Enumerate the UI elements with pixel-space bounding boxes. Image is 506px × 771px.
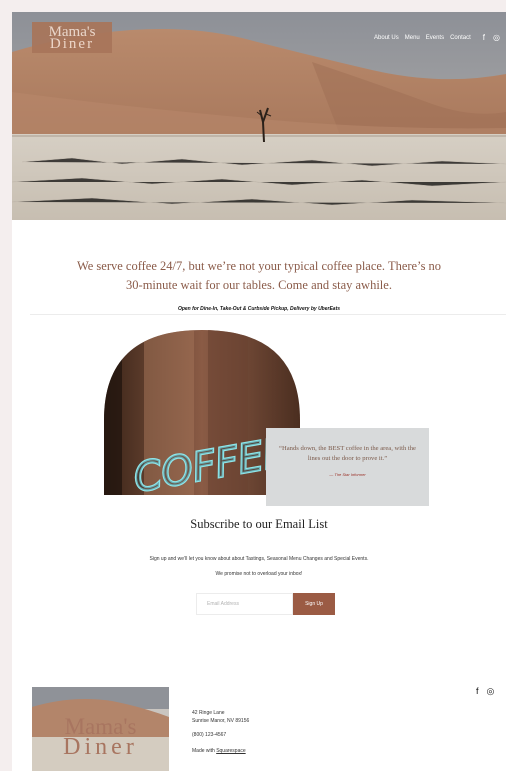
nav-events[interactable]: Events	[426, 35, 444, 41]
facebook-icon[interactable]: f	[483, 33, 485, 42]
address-line-2: Sunrise Manor, NV 89156	[192, 718, 250, 724]
brand-logo-line2: Diner	[49, 36, 95, 52]
sign-up-button[interactable]: Sign Up	[293, 593, 335, 615]
header-social-links: f ◎	[483, 33, 500, 42]
feature-section: COFFEE COFFEE “Hands down, the BEST coff…	[12, 327, 506, 506]
testimonial-card: “Hands down, the BEST coffee in the area…	[266, 428, 429, 506]
testimonial-source: — The Star Informer	[329, 472, 366, 477]
phone-number: (800) 123-4567	[192, 732, 227, 738]
brand-logo[interactable]: Mama's Diner	[32, 22, 112, 53]
facebook-icon[interactable]: f	[476, 686, 479, 697]
footer-social-links: f ◎	[476, 686, 494, 697]
page: Mama's Diner About Us Menu Events Contac…	[0, 0, 506, 771]
instagram-icon[interactable]: ◎	[493, 33, 500, 42]
address-line-1: 42 Ringe Lane	[192, 710, 225, 716]
testimonial-quote: “Hands down, the BEST coffee in the area…	[279, 445, 416, 462]
nav-menu[interactable]: Menu	[405, 35, 420, 41]
subscribe-title: Subscribe to our Email List	[190, 517, 328, 531]
nav-contact[interactable]: Contact	[450, 35, 471, 41]
footer-logo-line2: Diner	[63, 734, 138, 760]
intro-lead: We serve coffee 24/7, but we’re not your…	[76, 259, 442, 292]
instagram-icon[interactable]: ◎	[487, 686, 495, 697]
site-sheet: Mama's Diner About Us Menu Events Contac…	[12, 12, 506, 771]
section-divider	[30, 314, 506, 315]
squarespace-link[interactable]: Squarespace	[216, 748, 245, 754]
subscribe-form: Sign Up	[196, 593, 335, 615]
made-with-credit: Made with Squarespace	[192, 747, 249, 755]
intro-section: We serve coffee 24/7, but we’re not your…	[12, 257, 506, 312]
made-with-prefix: Made with	[192, 748, 217, 754]
footer-contact-info: 42 Ringe Lane Sunrise Manor, NV 89156 (8…	[192, 709, 249, 755]
service-note: Open for Dine-In, Take-Out & Curbside Pi…	[177, 306, 341, 312]
main-nav: About Us Menu Events Contact f ◎	[374, 33, 500, 42]
subscribe-promise: We promise not to overload your inbox!	[215, 571, 303, 577]
hero-banner: Mama's Diner About Us Menu Events Contac…	[12, 12, 506, 220]
subscribe-description: Sign up and we’ll let you know about abo…	[149, 556, 369, 562]
subscribe-section: Subscribe to our Email List Sign up and …	[12, 517, 506, 577]
nav-about-us[interactable]: About Us	[374, 35, 399, 41]
email-address-input[interactable]	[196, 593, 293, 615]
footer-logo[interactable]: Mama's Diner	[32, 687, 169, 771]
